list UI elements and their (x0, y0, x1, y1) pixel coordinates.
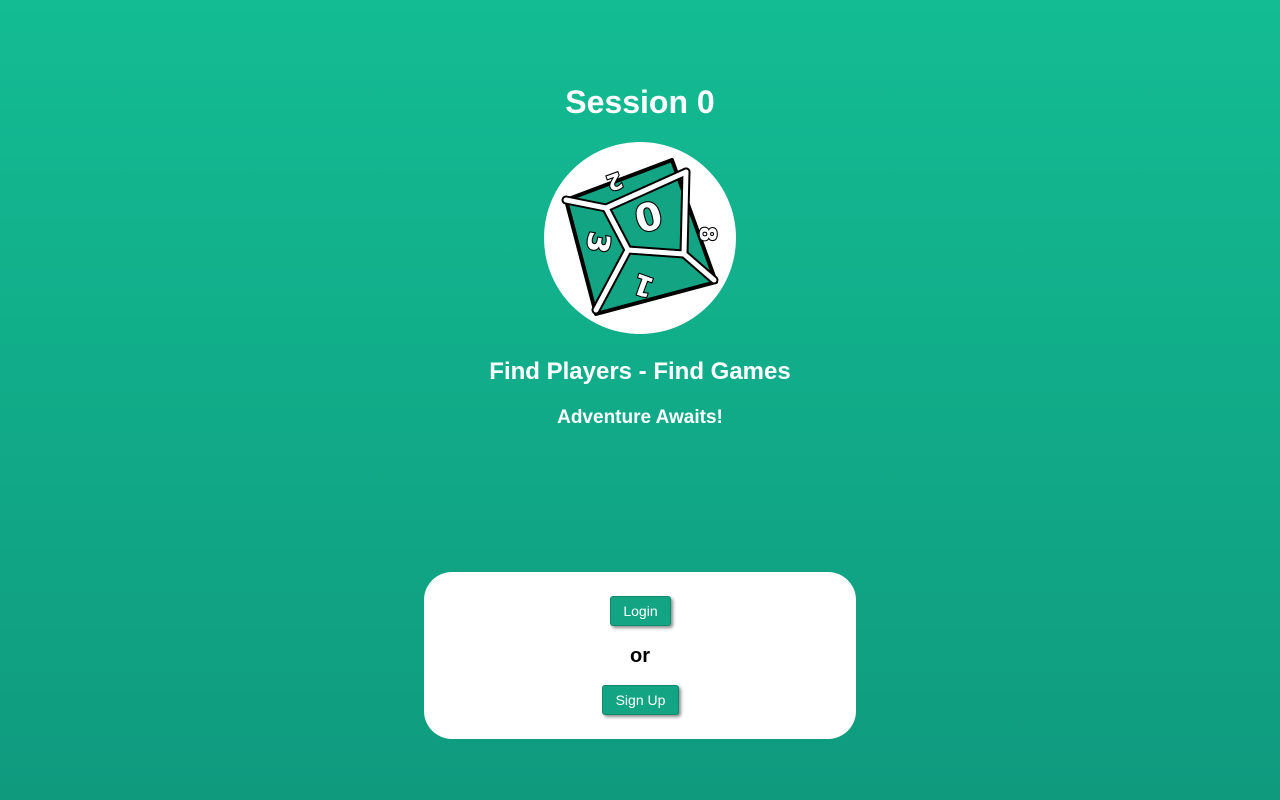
d10-dice-icon: 0 3 1 8 2 (561, 158, 720, 316)
subtagline: Adventure Awaits! (557, 407, 723, 428)
page-title: Session 0 (565, 84, 715, 120)
dice-face-8: 8 (694, 226, 719, 241)
login-button[interactable]: Login (610, 596, 671, 626)
logo: 0 3 1 8 2 (544, 142, 736, 334)
auth-card: Login or Sign Up (424, 572, 856, 739)
or-divider-text: or (630, 645, 650, 667)
signup-button[interactable]: Sign Up (602, 685, 679, 715)
tagline: Find Players - Find Games (489, 358, 791, 385)
